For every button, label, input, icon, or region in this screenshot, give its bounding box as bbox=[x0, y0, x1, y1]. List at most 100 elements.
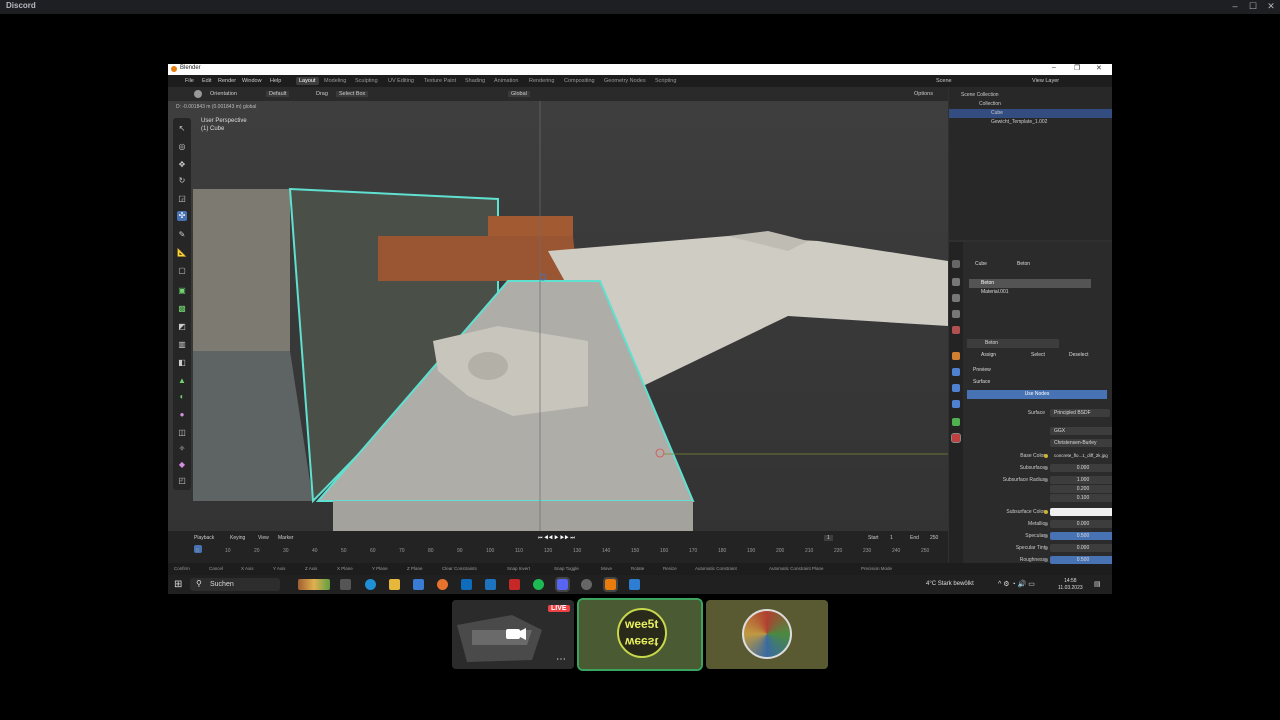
explorer-icon[interactable] bbox=[389, 579, 400, 590]
tab-uv-editing[interactable]: UV Editing bbox=[388, 78, 414, 84]
scene-selector[interactable]: Scene bbox=[936, 78, 952, 84]
close-button[interactable]: ✕ bbox=[1262, 1, 1280, 12]
clock-app-icon[interactable] bbox=[581, 579, 592, 590]
poly-build-tool-icon[interactable]: ▲ bbox=[177, 376, 187, 386]
tool-tab-icon[interactable] bbox=[952, 260, 960, 268]
move-tool-icon[interactable]: ✥ bbox=[177, 160, 187, 170]
menu-file[interactable]: File bbox=[185, 78, 194, 84]
surface-section[interactable]: Surface bbox=[973, 379, 990, 385]
bl-restore-icon[interactable]: ❐ bbox=[1074, 64, 1080, 72]
maximize-button[interactable]: ☐ bbox=[1244, 1, 1262, 12]
annotate-tool-icon[interactable]: ✎ bbox=[177, 230, 187, 240]
tab-shading[interactable]: Shading bbox=[465, 78, 485, 84]
menu-window[interactable]: Window bbox=[242, 78, 262, 84]
smooth-tool-icon[interactable]: ● bbox=[177, 410, 187, 420]
material-slot[interactable]: Material.001 bbox=[969, 288, 1091, 297]
metallic-field[interactable]: 0.000 bbox=[1050, 520, 1112, 528]
widget-image-icon[interactable] bbox=[298, 579, 330, 590]
outliner-row[interactable]: Collection bbox=[949, 100, 1112, 109]
spotify-icon[interactable] bbox=[533, 579, 544, 590]
taskbar-search[interactable] bbox=[190, 578, 280, 591]
windows-start-icon[interactable]: ⊞ bbox=[174, 579, 182, 590]
select-button[interactable]: Select bbox=[1031, 352, 1045, 358]
menu-help[interactable]: Help bbox=[270, 78, 281, 84]
mail-icon[interactable] bbox=[485, 579, 496, 590]
orientation-dropdown[interactable]: Default bbox=[266, 91, 290, 97]
spin-tool-icon[interactable]: ◐ bbox=[177, 392, 187, 402]
distribution-dropdown[interactable]: GGX bbox=[1050, 427, 1112, 435]
outliner-row-selected[interactable]: Cube bbox=[949, 109, 1112, 118]
rotate-tool-icon[interactable]: ↻ bbox=[177, 176, 187, 186]
scale-tool-icon[interactable]: ◲ bbox=[177, 194, 187, 204]
subsurface-field[interactable]: 0.000 bbox=[1050, 464, 1112, 472]
photos-icon[interactable] bbox=[629, 579, 640, 590]
measure-tool-icon[interactable]: 📐 bbox=[177, 248, 187, 258]
shear-tool-icon[interactable]: ◆ bbox=[177, 460, 187, 470]
surface-shader-field[interactable]: Principled BSDF bbox=[1050, 409, 1110, 417]
tab-layout[interactable]: Layout bbox=[296, 77, 319, 85]
subsurface-radius-z[interactable]: 0.100 bbox=[1050, 494, 1112, 502]
tab-sculpting[interactable]: Sculpting bbox=[355, 78, 378, 84]
outliner-row[interactable]: Gewicht_Template_1.002 bbox=[949, 118, 1112, 127]
task-view-icon[interactable] bbox=[340, 579, 351, 590]
participant-tile[interactable] bbox=[706, 600, 828, 669]
taskbar-clock[interactable]: 14:58 11.03.2023 bbox=[1058, 578, 1083, 592]
current-frame-field[interactable]: 1 bbox=[824, 535, 833, 541]
specular-tint-field[interactable]: 0.000 bbox=[1050, 544, 1112, 552]
cursor-tool-icon[interactable]: ◎ bbox=[177, 142, 187, 152]
menu-render[interactable]: Render bbox=[218, 78, 236, 84]
bl-minimize-icon[interactable]: – bbox=[1052, 64, 1056, 71]
app-icon[interactable] bbox=[509, 579, 520, 590]
specular-field[interactable]: 0.500 bbox=[1050, 532, 1112, 540]
subsurface-radius-x[interactable]: 1.000 bbox=[1050, 476, 1112, 484]
rip-tool-icon[interactable]: ◰ bbox=[177, 476, 187, 486]
tab-texture-paint[interactable]: Texture Paint bbox=[424, 78, 456, 84]
output-tab-icon[interactable] bbox=[952, 294, 960, 302]
transform-tool-icon[interactable]: ✣ bbox=[177, 211, 187, 221]
edge-slide-tool-icon[interactable]: ◫ bbox=[177, 428, 187, 438]
knife-tool-icon[interactable]: ◧ bbox=[177, 358, 187, 368]
view-menu[interactable]: View bbox=[258, 535, 269, 541]
roughness-field[interactable]: 0.500 bbox=[1050, 556, 1112, 564]
inset-tool-icon[interactable]: ▩ bbox=[177, 304, 187, 314]
loop-cut-tool-icon[interactable]: ▥ bbox=[177, 340, 187, 350]
options-dropdown[interactable]: Options bbox=[914, 91, 933, 97]
material-name-field[interactable]: Beton bbox=[967, 339, 1059, 348]
tab-rendering[interactable]: Rendering bbox=[529, 78, 554, 84]
firefox-icon[interactable] bbox=[437, 579, 448, 590]
store-icon[interactable] bbox=[413, 579, 424, 590]
use-nodes-button[interactable]: Use Nodes bbox=[967, 390, 1107, 399]
object-tab-icon[interactable] bbox=[952, 352, 960, 360]
scene-tab-icon[interactable] bbox=[952, 326, 960, 334]
more-options-icon[interactable]: ⋯ bbox=[556, 654, 566, 665]
physics-tab-icon[interactable] bbox=[952, 400, 960, 408]
add-cube-tool-icon[interactable]: ▢ bbox=[177, 266, 187, 276]
drag-dropdown[interactable]: Select Box bbox=[336, 91, 369, 97]
edge-icon[interactable] bbox=[365, 579, 376, 590]
shrink-tool-icon[interactable]: ✧ bbox=[177, 444, 187, 454]
render-tab-icon[interactable] bbox=[952, 278, 960, 286]
assign-button[interactable]: Assign bbox=[981, 352, 996, 358]
tab-scripting[interactable]: Scripting bbox=[655, 78, 676, 84]
menu-edit[interactable]: Edit bbox=[202, 78, 211, 84]
playback-controls-icon[interactable]: ⏮ ◀◀ ▶ ▶▶ ⏭ bbox=[538, 535, 575, 541]
bevel-tool-icon[interactable]: ◩ bbox=[177, 322, 187, 332]
view-layer-selector[interactable]: View Layer bbox=[1032, 78, 1059, 84]
participant-tile-speaking[interactable]: wee5t weest bbox=[577, 598, 703, 671]
weather-widget[interactable]: 4°C Stark bewölkt bbox=[926, 581, 974, 587]
notification-icon[interactable]: ▤ bbox=[1094, 580, 1101, 588]
start-field[interactable]: 1 bbox=[890, 535, 893, 541]
subsurface-radius-y[interactable]: 0.200 bbox=[1050, 485, 1112, 493]
transform-dropdown[interactable]: Global bbox=[508, 91, 530, 97]
preview-section[interactable]: Preview bbox=[973, 367, 991, 373]
outlook-icon[interactable] bbox=[461, 579, 472, 590]
view-layer-tab-icon[interactable] bbox=[952, 310, 960, 318]
end-field[interactable]: 250 bbox=[930, 535, 938, 541]
tab-animation[interactable]: Animation bbox=[494, 78, 518, 84]
deselect-button[interactable]: Deselect bbox=[1069, 352, 1088, 358]
marker-menu[interactable]: Marker bbox=[278, 535, 294, 541]
outliner-row[interactable]: Scene Collection bbox=[949, 91, 1112, 100]
blender-taskbar-icon[interactable] bbox=[603, 577, 618, 592]
playback-menu[interactable]: Playback bbox=[194, 535, 214, 541]
material-slot-selected[interactable]: Beton bbox=[969, 279, 1091, 288]
